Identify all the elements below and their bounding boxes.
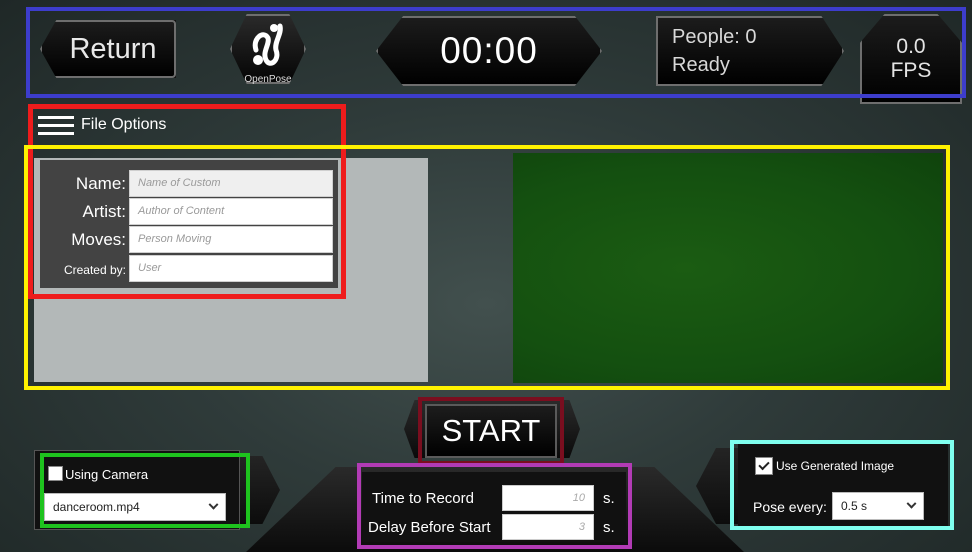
pose-interval-dropdown[interactable]: 0.5 s <box>832 492 924 520</box>
moves-input[interactable]: Person Moving <box>129 226 333 253</box>
moves-label: Moves: <box>71 230 126 249</box>
name-row: Name: Name of Custom <box>40 170 338 198</box>
delay-unit: s. <box>603 519 615 536</box>
pose-every-label: Pose every: <box>753 499 827 515</box>
chevron-down-icon <box>208 499 219 510</box>
logo-caption: OpenPose <box>244 74 292 85</box>
video-file-value: danceroom.mp4 <box>53 500 140 514</box>
video-preview-right <box>513 153 943 383</box>
start-button[interactable]: START <box>425 404 557 458</box>
openpose-logo-button[interactable]: OpenPose <box>216 14 320 88</box>
use-generated-image-checkbox[interactable] <box>755 457 773 475</box>
created-by-row: Created by: User <box>40 255 338 283</box>
delay-before-start-input[interactable]: 3 <box>502 514 594 540</box>
return-button[interactable]: Return <box>40 20 176 78</box>
chevron-down-icon <box>906 498 917 509</box>
artist-row: Artist: Author of Content <box>40 198 338 226</box>
checkmark-icon <box>758 458 770 471</box>
name-label: Name: <box>75 174 126 193</box>
fps-display: 0.0 FPS <box>860 14 962 104</box>
status-text: Ready <box>672 54 730 76</box>
camera-panel-arrow <box>236 456 280 524</box>
name-input[interactable]: Name of Custom <box>129 170 333 197</box>
people-count: People: 0 <box>672 26 757 48</box>
artist-input[interactable]: Author of Content <box>129 198 333 225</box>
start-button-label: START <box>441 413 541 448</box>
openpose-logo-icon <box>252 23 283 66</box>
video-file-dropdown[interactable]: danceroom.mp4 <box>44 493 226 521</box>
delay-before-start-label: Delay Before Start <box>368 519 491 536</box>
file-metadata-panel: Name: Name of Custom Artist: Author of C… <box>40 160 338 288</box>
hamburger-menu-icon[interactable] <box>38 114 74 138</box>
file-options-label[interactable]: File Options <box>81 116 166 134</box>
timer-value: 00:00 <box>440 30 538 71</box>
using-camera-label: Using Camera <box>65 467 149 482</box>
created-by-input[interactable]: User <box>129 255 333 282</box>
fps-value: 0.0 <box>896 35 926 58</box>
fps-unit: FPS <box>890 59 932 82</box>
using-camera-checkbox[interactable] <box>48 466 63 481</box>
use-generated-image-label: Use Generated Image <box>776 459 895 473</box>
status-display: People: 0 Ready <box>656 16 844 86</box>
timer-display: 00:00 <box>376 16 602 86</box>
pose-interval-value: 0.5 s <box>841 499 868 513</box>
time-to-record-input[interactable]: 10 <box>502 485 594 511</box>
time-to-record-label: Time to Record <box>372 490 474 507</box>
created-by-label: Created by: <box>63 263 126 277</box>
moves-row: Moves: Person Moving <box>40 226 338 254</box>
time-unit: s. <box>603 490 615 507</box>
return-button-label: Return <box>69 32 157 65</box>
artist-label: Artist: <box>82 202 126 221</box>
